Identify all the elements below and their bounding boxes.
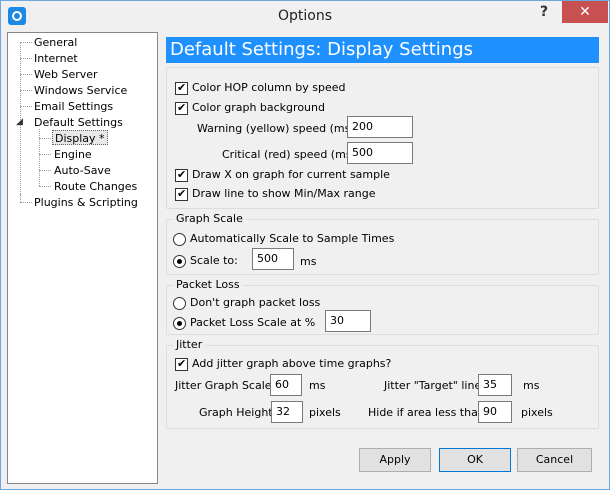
packet-loss-scale-input[interactable]: 30 bbox=[325, 310, 371, 332]
add-jitter-row[interactable]: Add jitter graph above time graphs? bbox=[175, 357, 391, 371]
tree-item-auto-save[interactable]: Auto-Save bbox=[54, 163, 111, 178]
tree-item-plugins-scripting[interactable]: Plugins & Scripting bbox=[34, 195, 138, 210]
draw-x-label: Draw X on graph for current sample bbox=[192, 168, 390, 181]
add-jitter-label: Add jitter graph above time graphs? bbox=[192, 357, 392, 370]
draw-line-row[interactable]: Draw line to show Min/Max range bbox=[175, 187, 376, 201]
jitter-scale-input[interactable]: 60 bbox=[270, 374, 302, 396]
tree-item-engine[interactable]: Engine bbox=[54, 147, 92, 162]
title-bar[interactable]: Options ? ✕ bbox=[1, 1, 609, 31]
auto-scale-label: Automatically Scale to Sample Times bbox=[190, 232, 395, 245]
draw-line-label: Draw line to show Min/Max range bbox=[192, 187, 376, 200]
tree-connector-line bbox=[20, 106, 32, 107]
scale-to-input[interactable]: 500 bbox=[252, 248, 294, 270]
jitter-scale-unit: ms bbox=[309, 379, 326, 392]
jitter-target-unit: ms bbox=[523, 379, 540, 392]
warning-speed-label: Warning (yellow) speed (ms): bbox=[197, 122, 359, 135]
display-settings-group: Color HOP column by speed Color graph ba… bbox=[166, 67, 599, 209]
hide-area-input[interactable]: 90 bbox=[478, 401, 512, 423]
critical-speed-label: Critical (red) speed (ms): bbox=[222, 148, 360, 161]
dont-graph-label: Don't graph packet loss bbox=[190, 296, 321, 309]
cancel-button[interactable]: Cancel bbox=[517, 448, 592, 472]
jitter-target-input[interactable]: 35 bbox=[478, 374, 512, 396]
scale-to-label: Scale to: bbox=[190, 254, 238, 267]
auto-scale-row[interactable]: Automatically Scale to Sample Times bbox=[173, 232, 394, 246]
settings-tree[interactable]: General Internet Web Server Windows Serv… bbox=[7, 32, 158, 484]
graph-height-label: Graph Height: bbox=[199, 406, 277, 419]
packet-loss-title: Packet Loss bbox=[173, 278, 243, 291]
auto-scale-radio[interactable] bbox=[173, 232, 186, 246]
jitter-title: Jitter bbox=[173, 338, 206, 351]
apply-button[interactable]: Apply bbox=[359, 448, 431, 472]
tree-item-web-server[interactable]: Web Server bbox=[34, 67, 98, 82]
close-button[interactable]: ✕ bbox=[562, 1, 608, 23]
expander-arrow-icon[interactable]: ◢ bbox=[16, 115, 23, 130]
window-title: Options bbox=[277, 8, 333, 24]
tree-connector-line bbox=[20, 74, 32, 75]
tree-connector-line bbox=[20, 194, 21, 202]
help-button[interactable]: ? bbox=[529, 1, 559, 23]
scale-to-unit: ms bbox=[300, 255, 317, 268]
color-graph-row[interactable]: Color graph background bbox=[175, 101, 325, 115]
scale-to-row[interactable]: Scale to: bbox=[173, 254, 238, 268]
tree-connector-line bbox=[20, 58, 32, 59]
hide-area-label: Hide if area less than bbox=[368, 406, 485, 419]
packet-loss-scale-label: Packet Loss Scale at % bbox=[190, 316, 316, 329]
hide-area-unit: pixels bbox=[521, 406, 553, 419]
options-window: Options ? ✕ General Internet Web Server … bbox=[0, 0, 610, 490]
tree-item-general[interactable]: General bbox=[34, 35, 77, 50]
color-graph-checkbox[interactable] bbox=[175, 101, 188, 115]
color-hop-label: Color HOP column by speed bbox=[192, 81, 346, 94]
tree-item-display[interactable]: Display * bbox=[52, 130, 108, 145]
jitter-scale-label: Jitter Graph Scale: bbox=[175, 379, 276, 392]
tree-connector-line bbox=[20, 42, 32, 43]
draw-x-row[interactable]: Draw X on graph for current sample bbox=[175, 168, 390, 182]
tree-connector-line bbox=[20, 90, 32, 91]
dont-graph-row[interactable]: Don't graph packet loss bbox=[173, 296, 320, 310]
tree-connector-line bbox=[39, 186, 51, 187]
warning-speed-input[interactable]: 200 bbox=[347, 116, 413, 138]
tree-connector-line bbox=[39, 138, 51, 139]
draw-x-checkbox[interactable] bbox=[175, 168, 188, 182]
graph-scale-title: Graph Scale bbox=[173, 212, 246, 225]
packet-loss-scale-radio[interactable] bbox=[173, 316, 186, 330]
tree-connector-line bbox=[39, 154, 51, 155]
tree-connector-line bbox=[20, 202, 32, 203]
tree-connector-line bbox=[39, 170, 51, 171]
graph-height-input[interactable]: 32 bbox=[271, 401, 303, 423]
graph-height-unit: pixels bbox=[309, 406, 341, 419]
tree-item-route-changes[interactable]: Route Changes bbox=[54, 179, 137, 194]
tree-item-internet[interactable]: Internet bbox=[34, 51, 78, 66]
color-hop-checkbox[interactable] bbox=[175, 81, 188, 95]
color-graph-label: Color graph background bbox=[192, 101, 325, 114]
add-jitter-checkbox[interactable] bbox=[175, 357, 188, 371]
color-hop-row[interactable]: Color HOP column by speed bbox=[175, 81, 345, 95]
packet-loss-group: Packet Loss Don't graph packet loss Pack… bbox=[166, 278, 599, 335]
ok-button[interactable]: OK bbox=[439, 448, 511, 472]
page-title: Default Settings: Display Settings bbox=[166, 37, 599, 63]
draw-line-checkbox[interactable] bbox=[175, 187, 188, 201]
dont-graph-radio[interactable] bbox=[173, 296, 186, 310]
tree-item-email-settings[interactable]: Email Settings bbox=[34, 99, 113, 114]
tree-item-windows-service[interactable]: Windows Service bbox=[34, 83, 127, 98]
graph-scale-group: Graph Scale Automatically Scale to Sampl… bbox=[166, 212, 599, 275]
critical-speed-input[interactable]: 500 bbox=[347, 142, 413, 164]
jitter-target-label: Jitter "Target" line: bbox=[384, 379, 485, 392]
jitter-group: Jitter Add jitter graph above time graph… bbox=[166, 338, 599, 429]
tree-item-default-settings[interactable]: Default Settings bbox=[34, 115, 123, 130]
packet-loss-scale-row[interactable]: Packet Loss Scale at % bbox=[173, 316, 315, 330]
scale-to-radio[interactable] bbox=[173, 254, 186, 268]
